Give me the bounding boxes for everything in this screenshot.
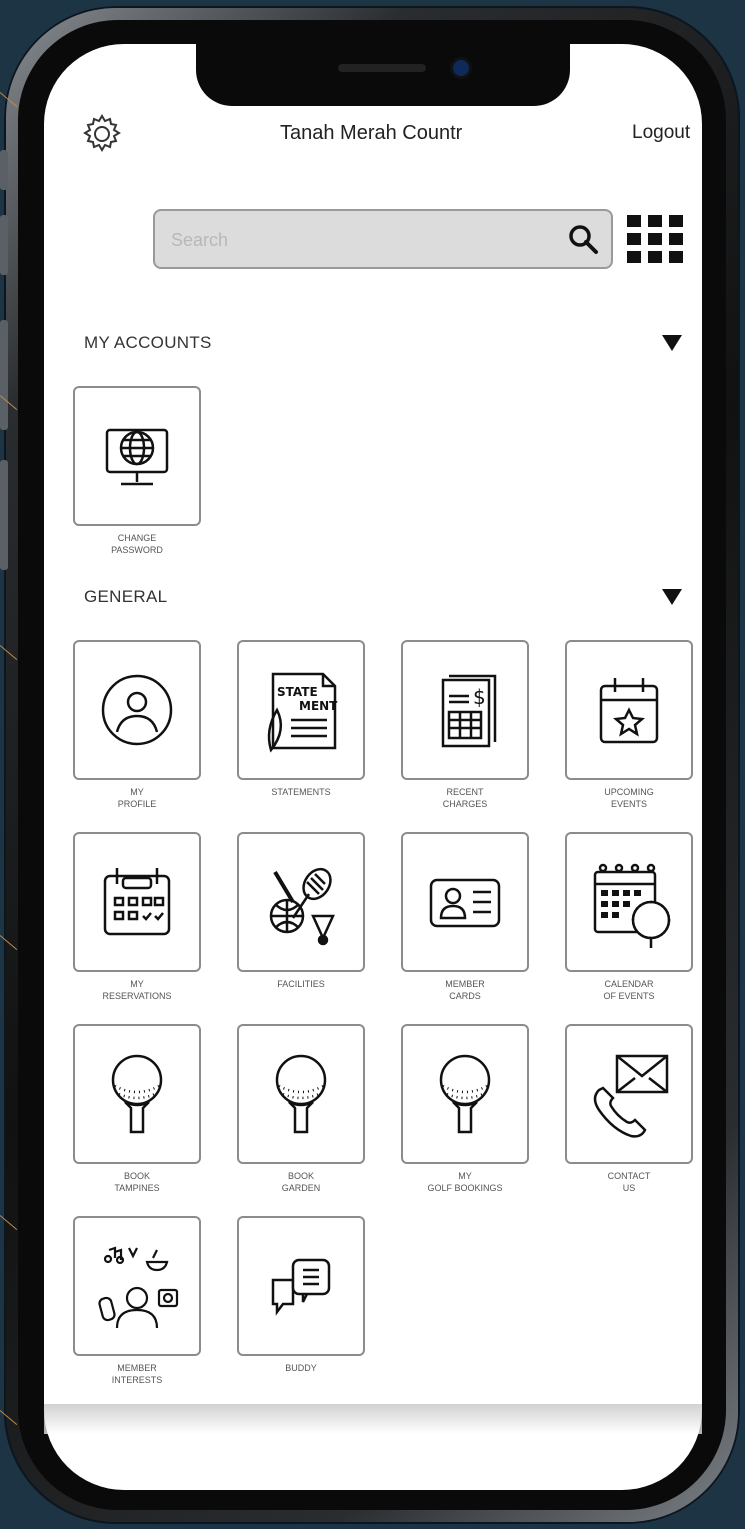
tile-caption: CALENDAR OF EVENTS xyxy=(603,979,655,1001)
side-button xyxy=(0,320,8,430)
tile-buddy[interactable] xyxy=(237,1216,365,1356)
svg-text:MENT: MENT xyxy=(299,699,338,713)
tile-caption: CONTACT US xyxy=(607,1171,651,1193)
tile-my-reservations[interactable] xyxy=(73,832,201,972)
tile-member-cards[interactable] xyxy=(401,832,529,972)
sports-equipment-icon xyxy=(269,867,335,946)
tile-recent-charges[interactable]: $ xyxy=(401,640,529,780)
tile-change-password[interactable] xyxy=(73,386,201,526)
tile-member-interests[interactable] xyxy=(73,1216,201,1356)
search-bar[interactable]: Search xyxy=(153,209,613,269)
calendar-golf-icon xyxy=(593,863,671,948)
search-icon[interactable] xyxy=(565,221,601,257)
phone-envelope-icon xyxy=(593,1054,669,1138)
interests-person-icon xyxy=(98,1246,179,1329)
statement-document-icon: STATE MENT xyxy=(267,672,338,753)
speaker xyxy=(338,64,426,72)
tile-book-tampines[interactable] xyxy=(73,1024,201,1164)
tile-caption: CHANGE PASSWORD xyxy=(111,533,163,555)
tile-my-golf-bookings[interactable] xyxy=(401,1024,529,1164)
scroll-shadow xyxy=(44,1404,702,1434)
tile-caption: FACILITIES xyxy=(277,979,325,989)
golf-ball-tee-icon xyxy=(275,1054,327,1134)
chat-bubbles-icon xyxy=(271,1258,331,1316)
collapse-caret-icon[interactable] xyxy=(662,589,682,605)
tile-caption: BOOK TAMPINES xyxy=(114,1171,160,1193)
collapse-caret-icon[interactable] xyxy=(662,335,682,351)
tile-caption: UPCOMING EVENTS xyxy=(604,787,654,809)
section-title-general: GENERAL xyxy=(84,587,168,606)
tile-caption: BUDDY xyxy=(285,1363,317,1373)
tile-caption: MEMBER CARDS xyxy=(445,979,485,1001)
globe-monitor-icon xyxy=(105,428,169,486)
logout-button[interactable]: Logout xyxy=(632,122,690,144)
tile-caption: MY PROFILE xyxy=(117,787,157,809)
tile-caption: MY GOLF BOOKINGS xyxy=(427,1171,503,1193)
grid-view-icon[interactable] xyxy=(627,215,683,267)
notch xyxy=(196,44,570,106)
tile-book-garden[interactable] xyxy=(237,1024,365,1164)
camera xyxy=(453,60,469,76)
tile-caption: STATEMENTS xyxy=(271,787,331,797)
id-card-icon xyxy=(429,878,501,928)
golf-ball-tee-icon xyxy=(439,1054,491,1134)
user-circle-icon xyxy=(101,674,173,746)
tile-facilities[interactable] xyxy=(237,832,365,972)
tile-upcoming-events[interactable] xyxy=(565,640,693,780)
tile-my-profile[interactable] xyxy=(73,640,201,780)
search-input[interactable]: Search xyxy=(171,230,228,251)
tile-caption: MY RESERVATIONS xyxy=(102,979,172,1001)
calendar-star-icon xyxy=(599,678,659,744)
tile-caption: MEMBER INTERESTS xyxy=(111,1363,163,1385)
gear-icon[interactable] xyxy=(80,112,124,156)
tile-caption: RECENT CHARGES xyxy=(442,787,488,809)
calendar-check-icon xyxy=(103,868,171,936)
invoice-dollar-icon: $ xyxy=(441,674,497,748)
tile-caption: BOOK GARDEN xyxy=(281,1171,321,1193)
tile-statements[interactable]: STATE MENT xyxy=(237,640,365,780)
svg-text:$: $ xyxy=(473,685,486,709)
svg-text:STATE: STATE xyxy=(277,685,318,699)
tile-contact-us[interactable] xyxy=(565,1024,693,1164)
side-button xyxy=(0,150,8,190)
tile-calendar-of-events[interactable] xyxy=(565,832,693,972)
page-title: Tanah Merah Countr xyxy=(280,122,463,144)
golf-ball-tee-icon xyxy=(111,1054,163,1134)
section-title-my-accounts: MY ACCOUNTS xyxy=(84,333,212,352)
side-button xyxy=(0,460,8,570)
side-button xyxy=(0,215,8,275)
